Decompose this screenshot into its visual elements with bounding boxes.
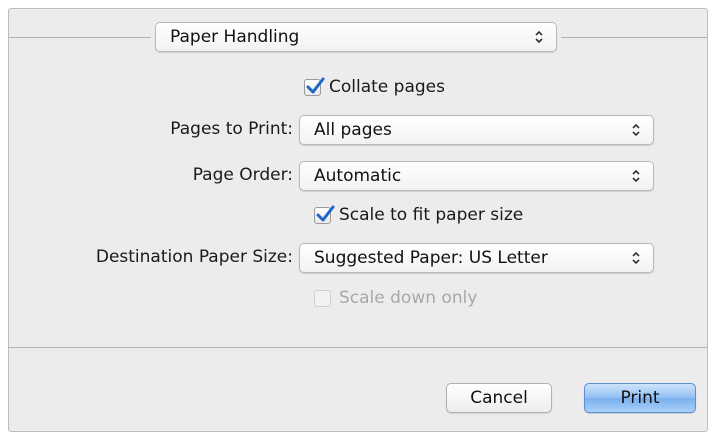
destination-paper-size-popup[interactable]: Suggested Paper: US Letter <box>299 243 654 273</box>
section-popup-value: Paper Handling <box>170 27 300 47</box>
section-popup[interactable]: Paper Handling <box>155 22 557 52</box>
page-order-value: Automatic <box>314 166 402 186</box>
up-down-chevron-icon <box>534 23 544 51</box>
destination-paper-size-label: Destination Paper Size: <box>95 247 293 267</box>
scale-down-only-checkbox[interactable] <box>314 290 331 307</box>
destination-paper-size-value: Suggested Paper: US Letter <box>314 248 548 268</box>
checkmark-icon <box>306 77 325 94</box>
page-order-popup[interactable]: Automatic <box>299 161 654 191</box>
checkmark-icon <box>316 205 335 222</box>
pages-to-print-value: All pages <box>314 120 392 140</box>
section-divider-left <box>9 37 151 38</box>
cancel-button[interactable]: Cancel <box>446 383 552 413</box>
up-down-chevron-icon <box>631 244 641 272</box>
print-dialog: Paper Handling Collate pages Pages to Pr… <box>8 8 708 432</box>
collate-pages-label: Collate pages <box>329 77 445 97</box>
section-divider-right <box>561 37 707 38</box>
scale-down-only-label: Scale down only <box>339 288 478 308</box>
up-down-chevron-icon <box>631 116 641 144</box>
scale-to-fit-checkbox[interactable] <box>314 205 335 224</box>
up-down-chevron-icon <box>631 162 641 190</box>
bottom-divider <box>9 347 707 348</box>
scale-to-fit-label: Scale to fit paper size <box>339 205 524 225</box>
print-button[interactable]: Print <box>584 383 696 413</box>
page-order-label: Page Order: <box>192 165 293 185</box>
pages-to-print-label: Pages to Print: <box>170 119 293 139</box>
collate-pages-checkbox[interactable] <box>304 77 325 96</box>
pages-to-print-popup[interactable]: All pages <box>299 115 654 145</box>
